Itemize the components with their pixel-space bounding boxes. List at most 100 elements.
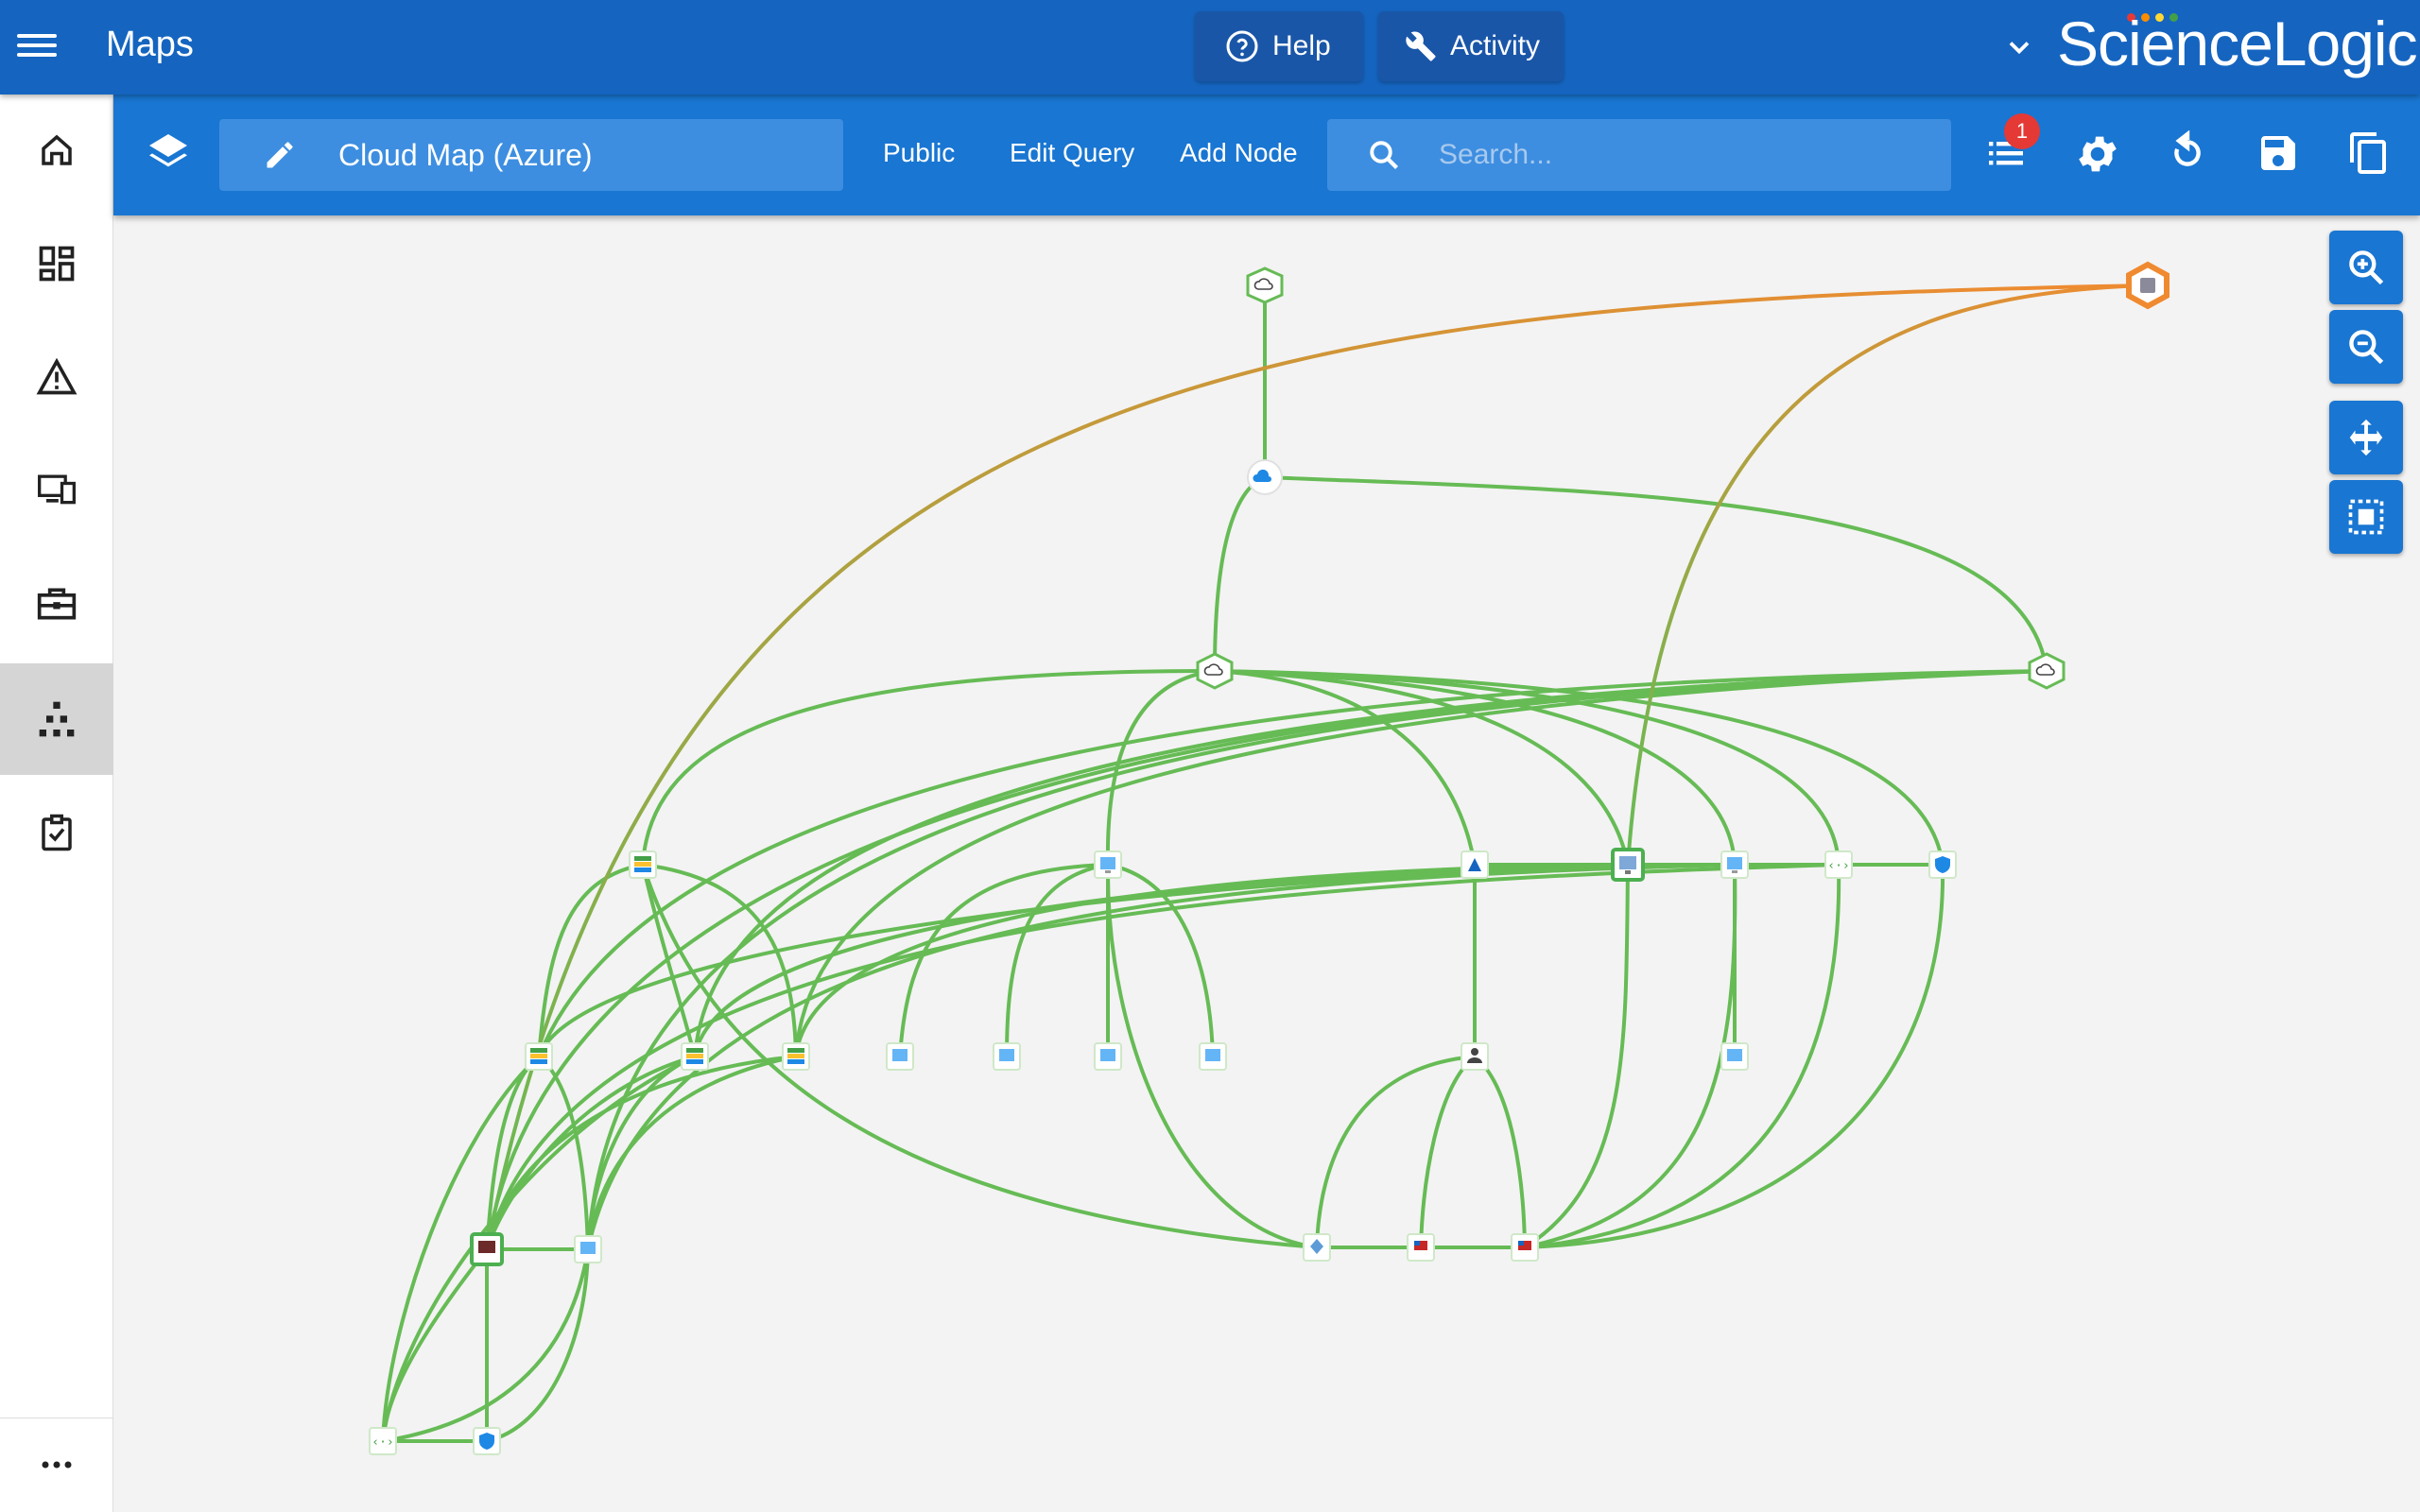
node-region[interactable]: [2028, 652, 2066, 690]
help-button[interactable]: Help: [1195, 11, 1363, 81]
node-vm[interactable]: [574, 1235, 602, 1263]
node-cloud-service[interactable]: [1247, 459, 1283, 495]
briefcase-icon: [37, 588, 77, 620]
zoom-out-button[interactable]: [2329, 310, 2403, 384]
topology-graph[interactable]: ‹·› ‹·›: [114, 215, 2420, 1512]
node-security[interactable]: [1928, 850, 1957, 879]
app-title: Maps: [106, 25, 194, 64]
copy-button[interactable]: [2346, 130, 2392, 180]
node-server[interactable]: [470, 1232, 504, 1266]
edge-alert: [1626, 284, 2149, 866]
node-vm[interactable]: [886, 1042, 914, 1071]
node-cloud[interactable]: [1246, 266, 1284, 304]
map-canvas[interactable]: ‹·› ‹·›: [114, 215, 2420, 1512]
edge: [586, 669, 2048, 1250]
account-dropdown[interactable]: [2002, 30, 2036, 69]
edge: [1419, 1055, 1477, 1248]
edge: [898, 863, 1109, 1057]
search-box: [1327, 119, 1951, 191]
menu-icon[interactable]: [17, 28, 57, 66]
edit-query-link[interactable]: Edit Query: [1010, 138, 1134, 168]
layers-icon: [149, 134, 187, 167]
node-vm[interactable]: [1094, 1042, 1122, 1071]
fit-to-screen-button[interactable]: [2329, 480, 2403, 554]
chevron-down-icon: [2009, 42, 2030, 55]
node-network[interactable]: ‹·›: [1824, 850, 1853, 879]
fit-screen-icon: [2348, 499, 2384, 535]
node-storage[interactable]: [629, 850, 657, 879]
layers-button[interactable]: [146, 130, 191, 180]
sidebar-item-business-services[interactable]: [0, 548, 113, 660]
settings-button[interactable]: [2074, 130, 2121, 182]
node-vm[interactable]: [1199, 1042, 1227, 1071]
node-user[interactable]: [1461, 1042, 1489, 1071]
node-network[interactable]: ‹·›: [369, 1427, 397, 1455]
refresh-icon: [2174, 129, 2201, 166]
zoom-in-icon: [2349, 250, 2384, 285]
devices-icon: [38, 474, 76, 505]
save-icon: [2261, 136, 2295, 170]
help-label: Help: [1272, 30, 1331, 61]
pencil-icon: [267, 142, 293, 168]
node-azure[interactable]: [1461, 850, 1489, 879]
home-icon: [42, 134, 72, 165]
edge: [1213, 475, 1266, 672]
node-vm[interactable]: [1720, 1042, 1749, 1071]
alert-icon: [36, 357, 78, 395]
node-storage[interactable]: [525, 1042, 553, 1071]
node-vm[interactable]: [1720, 850, 1749, 879]
node-vm[interactable]: [1094, 850, 1122, 879]
edge: [485, 669, 2048, 1250]
public-link[interactable]: Public: [883, 138, 955, 168]
node-storage[interactable]: [681, 1042, 709, 1071]
node-flag[interactable]: [1511, 1233, 1539, 1262]
sidebar-item-tasks[interactable]: [0, 777, 113, 888]
left-nav: [0, 94, 113, 1512]
sidebar-item-events[interactable]: [0, 321, 113, 433]
node-monitor[interactable]: [1611, 848, 1645, 882]
node-flag[interactable]: [1407, 1233, 1435, 1262]
edge: [1214, 669, 1737, 866]
zoom-in-button[interactable]: [2329, 231, 2403, 304]
edge: [1005, 863, 1109, 1057]
save-button[interactable]: [2256, 130, 2301, 180]
dashboard-icon: [39, 246, 75, 282]
map-name: Cloud Map (Azure): [338, 137, 593, 172]
top-app-bar: Maps Help Activity ScienceLogic: [0, 0, 2420, 94]
pan-button[interactable]: [2329, 401, 2403, 474]
sidebar-item-devices[interactable]: [0, 433, 113, 544]
edge-alert: [485, 284, 2149, 1250]
edge: [1523, 864, 1630, 1249]
edge: [586, 1055, 797, 1250]
wrench-icon: [1406, 31, 1436, 61]
edge: [1264, 475, 2048, 672]
search-icon: [1370, 141, 1398, 169]
refresh-button[interactable]: [2165, 129, 2210, 180]
search-input[interactable]: [1439, 139, 1911, 171]
notification-badge: 1: [2004, 113, 2040, 149]
help-icon: [1226, 30, 1258, 62]
node-security[interactable]: [473, 1427, 501, 1455]
svg-text:‹·›: ‹·›: [372, 1435, 393, 1450]
activity-button[interactable]: Activity: [1378, 11, 1564, 81]
more-button[interactable]: [0, 1427, 113, 1503]
checklist-icon: [42, 814, 72, 851]
node-storage[interactable]: [782, 1042, 810, 1071]
node-vm[interactable]: [993, 1042, 1021, 1071]
edge: [486, 1248, 590, 1443]
node-region[interactable]: [1196, 652, 1234, 690]
node-alert-database[interactable]: [2126, 261, 2169, 310]
sidebar-item-maps[interactable]: [0, 663, 113, 775]
gear-icon: [2079, 136, 2117, 172]
brand-logo: ScienceLogic: [2057, 9, 2418, 78]
node-diamond[interactable]: [1303, 1233, 1331, 1262]
add-node-link[interactable]: Add Node: [1180, 138, 1298, 168]
edge: [1524, 864, 1841, 1249]
sidebar-item-dashboards[interactable]: [0, 208, 113, 319]
copy-icon: [2350, 132, 2386, 174]
map-name-field[interactable]: Cloud Map (Azure): [219, 119, 843, 191]
edge: [1473, 1055, 1527, 1248]
sidebar-item-home[interactable]: [0, 94, 113, 206]
svg-text:‹·›: ‹·›: [1827, 859, 1849, 873]
more-icon: [42, 1461, 72, 1469]
